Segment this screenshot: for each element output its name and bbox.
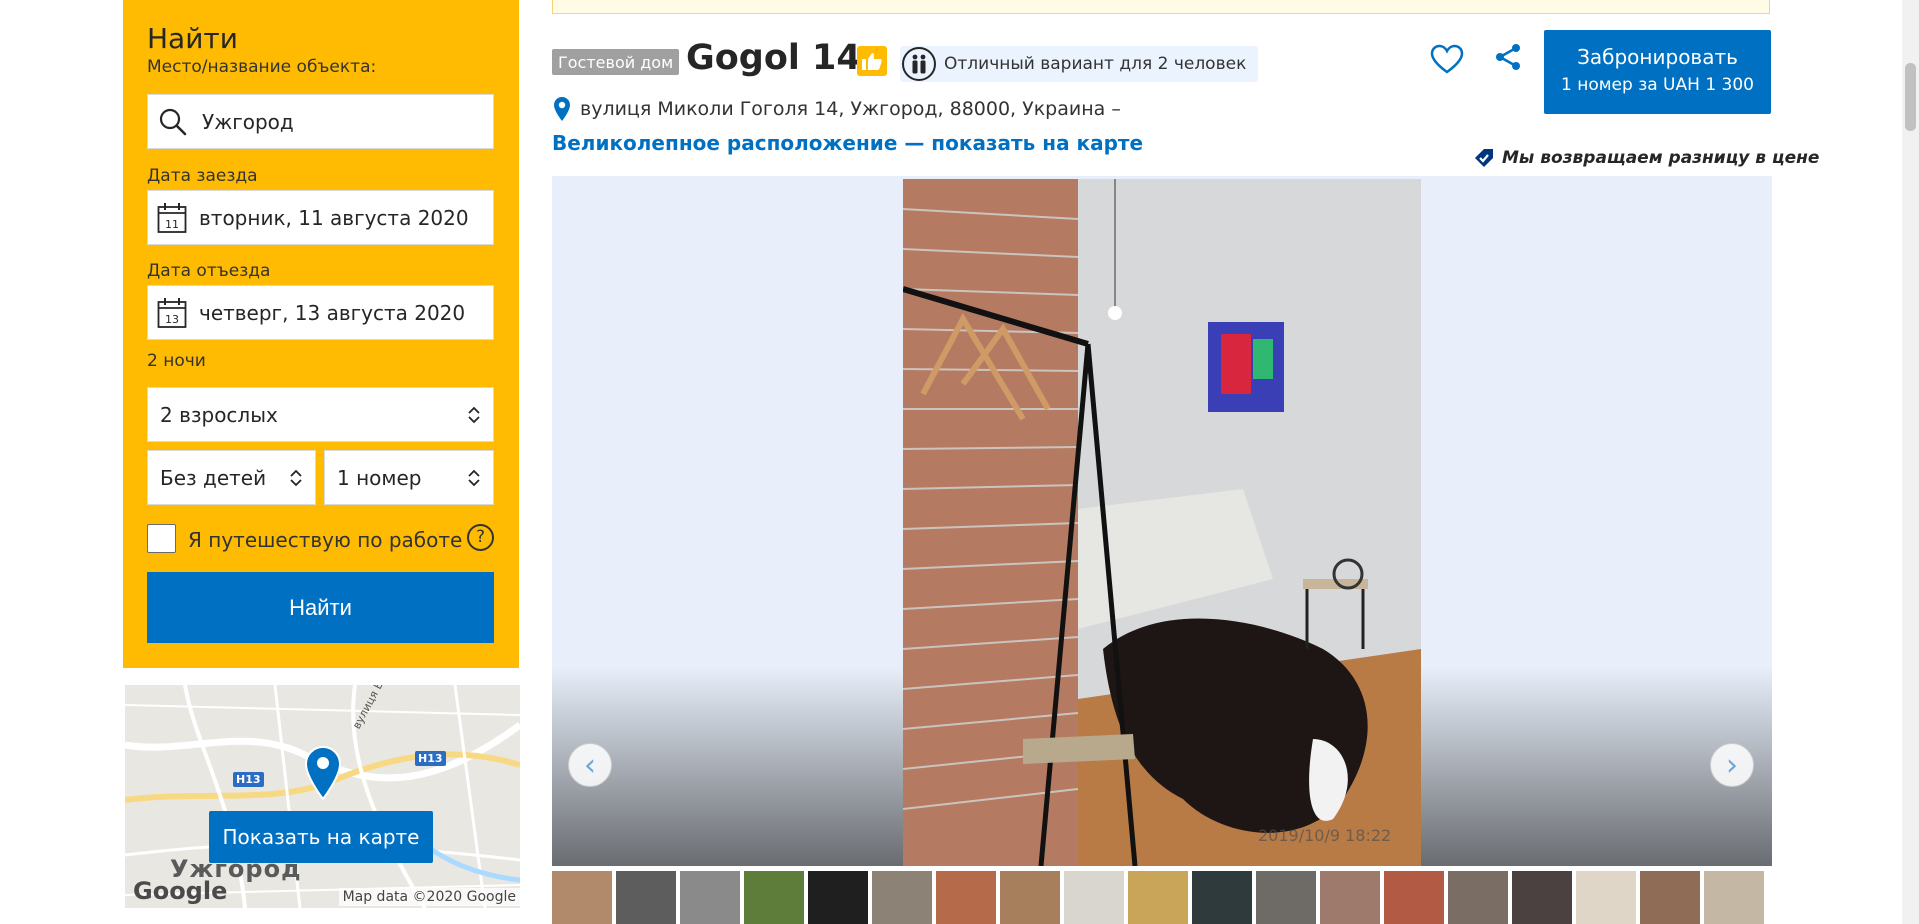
gallery-thumbnail[interactable] [872, 871, 932, 924]
destination-field[interactable]: Ужгород [147, 94, 494, 149]
gallery-thumbnail[interactable] [1640, 871, 1700, 924]
map-preview[interactable]: H13 H13 вулиця Берчені Показать на карте… [125, 685, 520, 908]
location-pin-icon [554, 97, 570, 121]
thumbs-up-icon [857, 46, 887, 76]
search-title: Найти [147, 22, 238, 55]
thumbnail-strip [552, 871, 1772, 924]
select-arrows-icon [290, 469, 302, 487]
calendar-icon: 11 [157, 202, 187, 233]
photo-gallery[interactable]: 2019/10/9 18:22 ‹ › [552, 176, 1772, 866]
help-icon[interactable]: ? [467, 524, 494, 551]
checkout-field[interactable]: 13 четверг, 13 августа 2020 [147, 285, 494, 340]
road-badge: H13 [233, 772, 264, 787]
checkout-label: Дата отъезда [147, 261, 271, 281]
rooms-value: 1 номер [337, 465, 422, 490]
price-match-text: Мы возвращаем разницу в цене [1502, 148, 1820, 168]
google-logo: Google [133, 877, 228, 905]
gallery-thumbnail[interactable] [680, 871, 740, 924]
preference-badge: Отличный вариант для 2 человек [900, 46, 1259, 82]
work-trip-label[interactable]: Я путешествую по работе [188, 528, 462, 552]
next-photo-button[interactable]: › [1710, 743, 1754, 787]
checkin-value: вторник, 11 августа 2020 [199, 205, 469, 230]
checkin-day: 11 [165, 218, 179, 231]
reserve-button-label: Забронировать [1577, 45, 1738, 69]
photo-timestamp: 2019/10/9 18:22 [1258, 826, 1392, 845]
destination-value: Ужгород [202, 109, 294, 134]
checkin-label: Дата заезда [147, 166, 258, 186]
work-trip-checkbox[interactable] [147, 524, 176, 553]
gallery-thumbnail[interactable] [1576, 871, 1636, 924]
price-match-note[interactable]: Мы возвращаем разницу в цене [1472, 146, 1819, 170]
reserve-button-price: 1 номер за UAH 1 300 [1560, 75, 1754, 95]
gallery-thumbnail[interactable] [1128, 871, 1188, 924]
property-address: вулиця Миколи Гоголя 14, Ужгород, 88000,… [580, 98, 1121, 120]
gallery-thumbnail[interactable] [1384, 871, 1444, 924]
gallery-thumbnail[interactable] [936, 871, 996, 924]
property-name: Gogol 14 [686, 38, 861, 78]
gallery-thumbnail[interactable] [744, 871, 804, 924]
map-pin-icon [304, 745, 342, 801]
nights-count: 2 ночи [147, 351, 206, 371]
select-arrows-icon [468, 406, 480, 424]
calendar-icon: 13 [157, 297, 187, 328]
scrollbar-thumb[interactable] [1905, 63, 1916, 131]
gallery-thumbnail[interactable] [1704, 871, 1764, 924]
search-panel: Найти Место/название объекта: Ужгород Да… [123, 0, 519, 668]
select-arrows-icon [468, 469, 480, 487]
gallery-thumbnail[interactable] [1000, 871, 1060, 924]
share-icon[interactable] [1494, 42, 1522, 72]
gallery-thumbnail[interactable] [1320, 871, 1380, 924]
children-select[interactable]: Без детей [147, 450, 316, 505]
main-photo[interactable] [903, 179, 1421, 866]
gallery-thumbnail[interactable] [808, 871, 868, 924]
map-credit: Map data ©2020 Google [338, 888, 520, 906]
destination-label: Место/название объекта: [147, 57, 377, 77]
gallery-thumbnail[interactable] [552, 871, 612, 924]
previous-photo-button[interactable]: ‹ [568, 743, 612, 787]
gallery-thumbnail[interactable] [1256, 871, 1316, 924]
couple-icon [902, 47, 936, 81]
info-banner-edge [552, 0, 1770, 14]
reserve-button[interactable]: Забронировать 1 номер за UAH 1 300 [1544, 30, 1771, 114]
checkout-value: четверг, 13 августа 2020 [199, 300, 466, 325]
gallery-thumbnail[interactable] [1512, 871, 1572, 924]
preference-text: Отличный вариант для 2 человек [944, 54, 1247, 74]
adults-value: 2 взрослых [160, 402, 278, 427]
property-type-badge: Гостевой дом [552, 49, 680, 75]
page-scrollbar[interactable] [1902, 0, 1919, 924]
checkout-day: 13 [165, 313, 179, 326]
checkin-field[interactable]: 11 вторник, 11 августа 2020 [147, 190, 494, 245]
gallery-thumbnail[interactable] [616, 871, 676, 924]
gallery-thumbnail[interactable] [1192, 871, 1252, 924]
price-tag-check-icon [1475, 149, 1493, 167]
search-button[interactable]: Найти [147, 572, 494, 643]
gallery-thumbnail[interactable] [1448, 871, 1508, 924]
road-badge: H13 [415, 751, 446, 766]
show-map-link[interactable]: Великолепное расположение — показать на … [552, 131, 1143, 155]
children-value: Без детей [160, 465, 267, 490]
adults-select[interactable]: 2 взрослых [147, 387, 494, 442]
heart-icon[interactable] [1430, 44, 1464, 74]
search-icon [159, 108, 187, 135]
rooms-select[interactable]: 1 номер [324, 450, 494, 505]
gallery-thumbnail[interactable] [1064, 871, 1124, 924]
